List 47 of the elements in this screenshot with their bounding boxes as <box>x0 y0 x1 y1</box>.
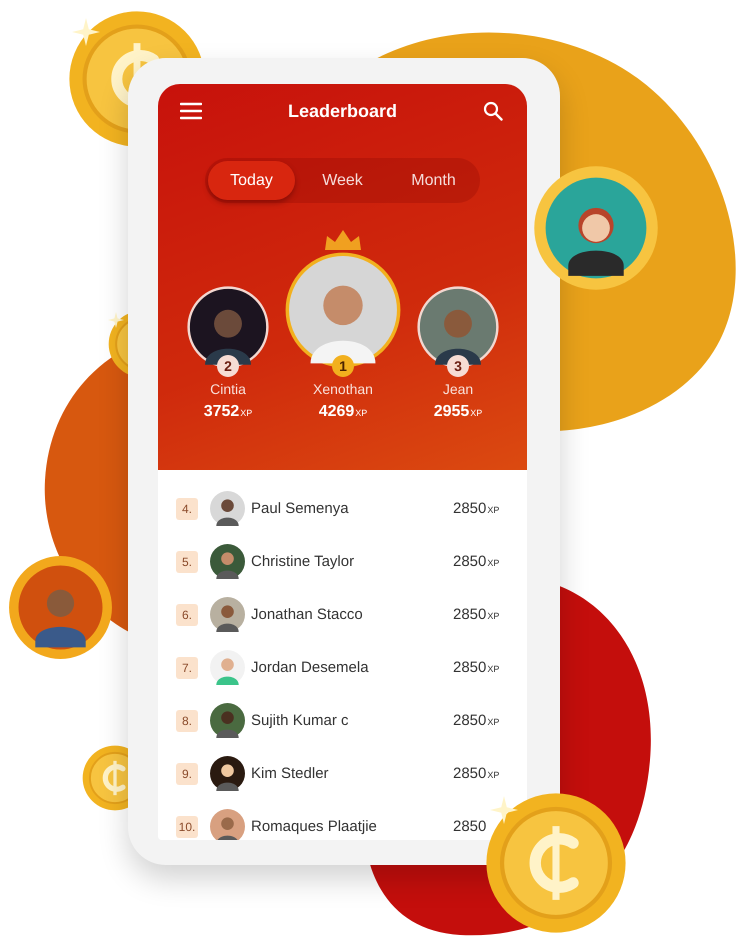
player-score: 2850XP <box>453 712 500 729</box>
player-name: Jonathan Stacco <box>251 606 364 623</box>
screen-title: Leaderboard <box>288 100 398 122</box>
rank-badge: 5. <box>176 550 198 572</box>
player-name: Jordan Desemela <box>251 659 370 676</box>
coin-icon <box>485 792 627 934</box>
player-name: Cintia <box>210 381 246 397</box>
avatar <box>210 703 245 738</box>
player-score: 2850XP <box>453 606 500 623</box>
period-tab[interactable]: Week <box>299 161 386 200</box>
rank-badge: 4. <box>176 498 198 520</box>
player-score: 2850XP <box>453 659 500 676</box>
rank-badge: 9. <box>176 762 198 784</box>
avatar <box>210 809 245 840</box>
sparkle-icon <box>108 312 124 328</box>
period-tab[interactable]: Month <box>390 161 477 200</box>
rank-badge: 2 <box>217 355 239 377</box>
player-name: Christine Taylor <box>251 553 356 570</box>
rank-badge: 8. <box>176 710 198 732</box>
player-name: Xenothan <box>313 381 373 397</box>
rank-badge: 1 <box>332 355 354 377</box>
player-score: 4269XP <box>318 403 368 421</box>
period-tab[interactable]: Today <box>208 161 295 200</box>
player-name: Sujith Kumar c <box>251 712 350 729</box>
player-score: 2850 <box>453 818 486 835</box>
player-score: 2955XP <box>434 403 482 421</box>
search-icon[interactable] <box>483 101 503 121</box>
menu-icon[interactable] <box>180 102 202 120</box>
rank-badge: 10. <box>176 816 198 838</box>
avatar <box>210 544 245 579</box>
player-score: 2850XP <box>453 553 500 570</box>
player-score: 3752XP <box>204 403 252 421</box>
sparkle-icon <box>72 18 100 46</box>
player-name: Jean <box>442 381 474 397</box>
player-score: 2850XP <box>453 500 500 517</box>
avatar <box>210 756 245 791</box>
avatar <box>210 597 245 632</box>
avatar <box>210 491 245 526</box>
player-name: Kim Stedler <box>251 765 330 782</box>
player-name: Romaques Plaatjie <box>251 818 378 835</box>
rank-badge: 7. <box>176 656 198 678</box>
player-name: Paul Semenya <box>251 500 350 517</box>
avatar <box>210 650 245 685</box>
crown-icon <box>323 228 363 252</box>
player-score: 2850XP <box>453 765 500 782</box>
rank-badge: 6. <box>176 604 198 626</box>
sparkle-icon <box>490 796 518 824</box>
